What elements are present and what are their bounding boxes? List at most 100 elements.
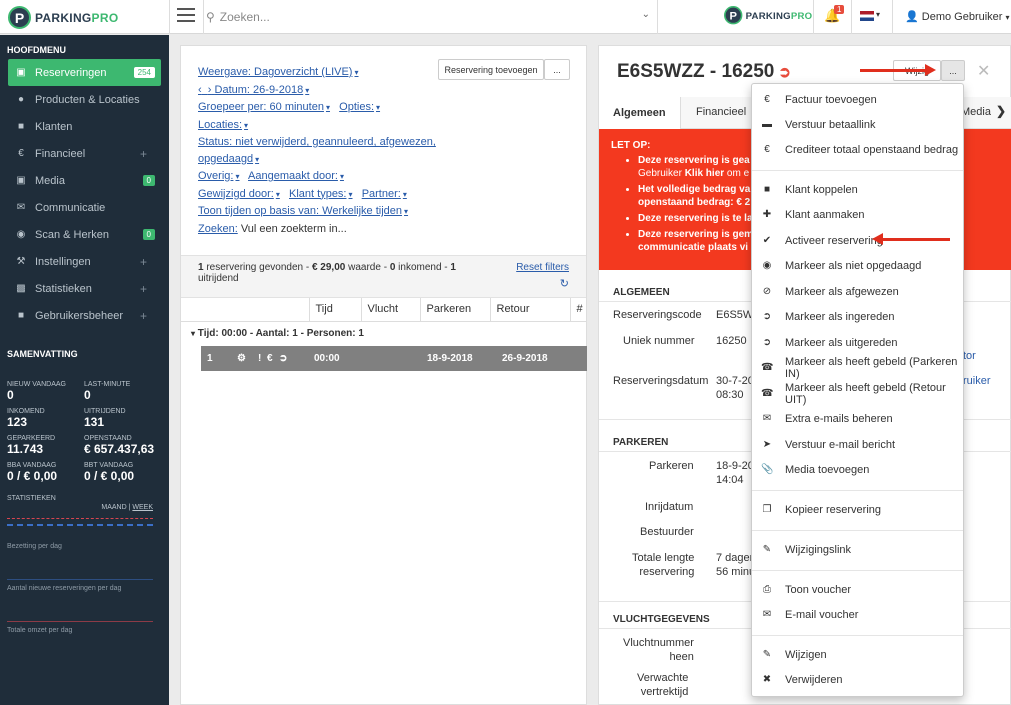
sidebar-item-scan[interactable]: ◉ Scan & Herken 0 [0, 221, 169, 248]
menu-item-klant-aanmaken[interactable]: ✚ Klant aanmaken [752, 202, 963, 227]
logo-mark-icon: P [724, 6, 743, 25]
menu-item-verstuur-email[interactable]: ➤ Verstuur e-mail bericht [752, 432, 963, 457]
search-icon: ⚲ [206, 10, 215, 24]
annotation-arrow [860, 64, 936, 76]
sidebar-item-communicatie[interactable]: ✉ Communicatie [0, 194, 169, 221]
sidebar-heading: SAMENVATTING [7, 349, 78, 359]
top-bar: P PARKINGPRO ⚲ Zoeken... ⌄ P PARKINGPRO … [0, 0, 1011, 34]
euro-icon: € [764, 94, 770, 105]
sign-out-icon: ➲ [778, 64, 791, 81]
table-row[interactable]: 1 ⚙ ! € ➲ 00:00 18-9-2018 26-9-2018 [201, 346, 587, 371]
refresh-icon[interactable]: ↻ [560, 277, 569, 290]
chevron-down-icon[interactable]: ⌄ [642, 9, 650, 20]
field-value: 7 dagen 56 minu [716, 552, 756, 578]
stat-bbt-vandaag: BBT VANDAAG 0 / € 0,00 [84, 462, 135, 483]
menu-item-wijzigen[interactable]: ✎ Wijzigen [752, 642, 963, 667]
search-input[interactable]: Zoeken... [220, 10, 270, 24]
annotation-arrow [872, 233, 950, 245]
menu-item-niet-opgedaagd[interactable]: ◉ Markeer als niet opgedaagd [752, 253, 963, 278]
column-tijd[interactable]: Tijd [308, 298, 361, 322]
times-icon: ✖ [762, 674, 772, 685]
parkingpro-logo[interactable]: P PARKINGPRO [8, 6, 118, 29]
envelope-icon: ✉ [762, 609, 772, 620]
sidebar-item-financieel[interactable]: € Financieel + [0, 140, 169, 167]
menu-item-klant-koppelen[interactable]: ■ Klant koppelen [752, 177, 963, 202]
dutch-flag-icon[interactable] [860, 11, 874, 21]
sidebar-item-media[interactable]: ▣ Media 0 [0, 167, 169, 194]
menu-item-verwijderen[interactable]: ✖ Verwijderen [752, 667, 963, 692]
tab-media[interactable]: Media [961, 106, 991, 118]
menu-item-factuur-toevoegen[interactable]: € Factuur toevoegen [752, 87, 963, 112]
filter-opties[interactable]: Opties: ▾ [339, 101, 380, 113]
sidebar: HOOFDMENU ▣ Reserveringen 254 ● Producten &… [0, 35, 169, 705]
sign-out-icon: ➲ [279, 353, 288, 364]
tab-week[interactable]: WEEK [132, 504, 153, 511]
filter-groepeer[interactable]: Groepeer per: 60 minuten ▾ [198, 101, 330, 113]
search-bar[interactable]: ⚲ Zoeken... ⌄ [206, 0, 656, 34]
search-term-input[interactable]: Vul een zoekterm in... [241, 223, 347, 235]
section-algemeen: ALGEMEEN [613, 287, 670, 298]
results-summary: 1 reservering gevonden - € 29,00 waarde … [181, 255, 586, 298]
filter-status[interactable]: Status: niet verwijderd, geannuleerd, af… [198, 134, 569, 168]
tab-financieel[interactable]: Financieel [696, 106, 746, 118]
menu-item-email-voucher[interactable]: ✉ E-mail voucher [752, 602, 963, 627]
sidebar-item-gebruikersbeheer[interactable]: ■ Gebruikersbeheer + [0, 302, 169, 329]
sidebar-item-statistieken[interactable]: ▩ Statistieken + [0, 275, 169, 302]
sidebar-item-instellingen[interactable]: ⚒ Instellingen + [0, 248, 169, 275]
caret-down-icon[interactable]: ▾ [876, 10, 880, 19]
detail-link[interactable]: ruiker [963, 374, 991, 388]
menu-item-gebeld-uit[interactable]: ☎ Markeer als heeft gebeld (Retour UIT) [752, 381, 963, 406]
field-label: Inrijdatum [645, 501, 694, 513]
tab-maand[interactable]: MAAND [101, 504, 126, 511]
stat-inkomend: INKOMEND 123 [7, 408, 45, 429]
image-icon: ▣ [16, 175, 26, 186]
plus-icon: ✚ [762, 209, 772, 220]
detail-link[interactable]: tor [963, 349, 976, 363]
menu-item-wijzigingslink[interactable]: ✎ Wijzigingslink [752, 537, 963, 562]
check-circle-icon: ✔ [762, 235, 772, 246]
menu-item-crediteer[interactable]: € Crediteer totaal openstaand bedrag [752, 137, 963, 162]
actions-dropdown: € Factuur toevoegen ▬ Verstuur betaallink … [751, 83, 964, 697]
menu-item-toon-voucher[interactable]: ⎙ Toon voucher [752, 577, 963, 602]
sidebar-item-reserveringen[interactable]: ▣ Reserveringen 254 [8, 59, 161, 86]
close-icon[interactable]: ✕ [977, 61, 990, 81]
sidebar-item-producten[interactable]: ● Producten & Locaties [0, 86, 169, 113]
field-label: Bestuurder [640, 526, 694, 538]
column-vlucht[interactable]: Vlucht [360, 298, 420, 322]
filter-aangemaakt[interactable]: Aangemaakt door: ▾ [248, 170, 344, 182]
filter-overig[interactable]: Overig: ▾ [198, 170, 239, 182]
field-label: Vluchtnummer heen [623, 637, 694, 663]
group-header[interactable]: ▾ Tijd: 00:00 - Aantal: 1 - Personen: 1 [191, 328, 364, 339]
column-retour[interactable]: Retour [489, 298, 570, 322]
sparkline-bezetting: Bezetting per dag [0, 511, 169, 553]
menu-item-media-toevoegen[interactable]: 📎 Media toevoegen [752, 457, 963, 482]
more-options-button[interactable]: ... [544, 59, 570, 80]
menu-item-gebeld-in[interactable]: ☎ Markeer als heeft gebeld (Parkeren IN) [752, 355, 963, 380]
menu-item-extra-emails[interactable]: ✉ Extra e-mails beheren [752, 406, 963, 431]
column-parkeren[interactable]: Parkeren [419, 298, 490, 322]
sparkline-nieuwe-reserveringen: Aantal nieuwe reserveringen per dag [0, 553, 169, 595]
tab-algemeen[interactable]: Algemeen [599, 97, 681, 129]
add-reservation-button[interactable]: Reservering toevoegen [438, 59, 544, 80]
menu-item-kopieer[interactable]: ❐ Kopieer reservering [752, 497, 963, 522]
caret-down-icon: ▾ [1005, 13, 1010, 22]
reset-filters-link[interactable]: Reset filters [516, 262, 569, 273]
menu-item-verstuur-betaallink[interactable]: ▬ Verstuur betaallink [752, 112, 963, 137]
menu-item-ingereden[interactable]: ➲ Markeer als ingereden [752, 304, 963, 329]
column-hash[interactable]: # [569, 298, 586, 322]
hamburger-menu-icon[interactable] [177, 8, 195, 22]
more-actions-button[interactable]: ... [941, 60, 965, 81]
filter-gewijzigd[interactable]: Gewijzigd door: ▾ [198, 188, 280, 200]
klik-hier-link[interactable]: Klik hier [685, 168, 724, 179]
chevron-right-icon[interactable]: ❯ [996, 104, 1006, 118]
filter-partner[interactable]: Partner: ▾ [362, 188, 407, 200]
field-value: 30-7-20 08:30 [716, 375, 754, 401]
filter-klanttypes[interactable]: Klant types: ▾ [289, 188, 353, 200]
filter-toon-tijden[interactable]: Toon tijden op basis van: Werkelijke tij… [198, 203, 569, 221]
filter-locaties[interactable]: Locaties: ▾ [198, 117, 569, 135]
filter-datum[interactable]: ‹ › Datum: 26-9-2018 ▾ [198, 82, 569, 100]
menu-item-uitgereden[interactable]: ➲ Markeer als uitgereden [752, 330, 963, 355]
menu-item-afgewezen[interactable]: ⊘ Markeer als afgewezen [752, 279, 963, 304]
sidebar-item-klanten[interactable]: ■ Klanten [0, 113, 169, 140]
user-menu[interactable]: 👤 Demo Gebruiker ▾ [905, 10, 1010, 23]
